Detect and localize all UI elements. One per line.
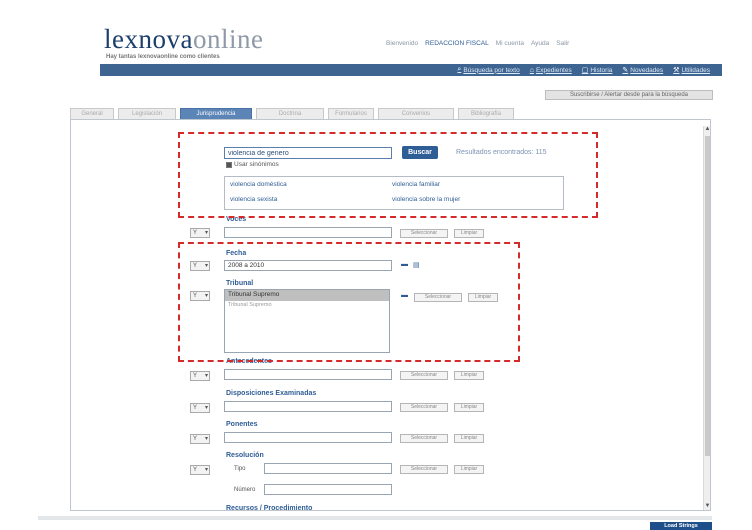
resolucion-tipo-input[interactable] xyxy=(264,463,392,474)
nav-expedientes[interactable]: ⌂ Expedientes xyxy=(530,67,572,74)
ponentes-label: Ponentes xyxy=(226,421,258,428)
organization-name: REDACCION FISCAL xyxy=(425,40,489,47)
folder-icon[interactable]: ▬ xyxy=(401,261,408,268)
user-greeting: Bienvenido xyxy=(386,40,419,47)
logo-main-text: lexnova xyxy=(104,24,193,54)
antecedentes-label: Antecedentes xyxy=(226,358,272,365)
tribunal-option[interactable]: Tribunal Supremo xyxy=(225,301,389,309)
nav-novedades[interactable]: ✎ Novedades xyxy=(622,66,664,75)
wrench-icon: ⚒ xyxy=(673,67,680,74)
tab-legislacion[interactable]: Legislación xyxy=(118,108,176,119)
tab-general[interactable]: General xyxy=(70,108,114,119)
antecedentes-select-button[interactable]: Seleccionar xyxy=(400,371,448,380)
nav-historia[interactable]: ▢ Historia xyxy=(581,66,613,75)
ponentes-input[interactable] xyxy=(224,432,392,443)
bottom-button[interactable]: Load Strings xyxy=(650,522,712,530)
synonym-link[interactable]: violencia sobre la mujer xyxy=(392,196,460,203)
tribunal-label: Tribunal xyxy=(226,280,254,287)
tipo-label: Tipo xyxy=(234,466,246,472)
nav-label: Novedades xyxy=(630,66,664,74)
tribunal-select-button[interactable]: Seleccionar xyxy=(414,293,462,302)
news-icon: ✎ xyxy=(622,67,629,74)
house-icon: ⌂ xyxy=(529,66,534,74)
fecha-label: Fecha xyxy=(226,250,247,257)
nav-label: Expedientes xyxy=(535,66,572,74)
synonym-link[interactable]: violencia familiar xyxy=(392,181,440,188)
tab-bar: General Legislación Jurisprudencia Doctr… xyxy=(70,108,514,119)
calendar-icon[interactable]: ▤ xyxy=(413,261,420,269)
resolucion-select-button[interactable]: Seleccionar xyxy=(400,465,448,474)
ponentes-operator-select[interactable]: Y xyxy=(190,434,210,444)
numero-label: Número xyxy=(234,487,256,493)
scroll-up-icon[interactable]: ▲ xyxy=(704,126,711,133)
checkbox-icon[interactable] xyxy=(226,161,232,168)
tab-jurisprudencia[interactable]: Jurisprudencia xyxy=(180,108,252,119)
disposiciones-clear-button[interactable]: Limpiar xyxy=(454,403,484,412)
synonyms-checkbox[interactable]: Usar sinónimos xyxy=(226,161,279,168)
nav-utilidades[interactable]: ⚒ Utilidades xyxy=(673,66,710,75)
voces-clear-button[interactable]: Limpiar xyxy=(454,229,484,238)
antecedentes-operator-select[interactable]: Y xyxy=(190,371,210,381)
tribunal-listbox[interactable]: Tribunal Supremo Tribunal Supremo xyxy=(224,289,390,353)
logo: lexnovaonline xyxy=(104,26,263,53)
resolucion-clear-button[interactable]: Limpiar xyxy=(454,465,484,474)
scroll-thumb[interactable] xyxy=(705,136,710,456)
search-button[interactable]: Buscar xyxy=(402,146,438,159)
fecha-operator-select[interactable]: Y xyxy=(190,261,210,271)
synonym-link[interactable]: violencia sexista xyxy=(230,196,277,203)
resolucion-numero-input[interactable] xyxy=(264,484,392,495)
disposiciones-operator-select[interactable]: Y xyxy=(190,403,210,413)
disposiciones-select-button[interactable]: Seleccionar xyxy=(400,403,448,412)
fecha-input[interactable] xyxy=(224,260,392,271)
resolucion-operator-select[interactable]: Y xyxy=(190,465,210,475)
antecedentes-clear-button[interactable]: Limpiar xyxy=(454,371,484,380)
tribunal-clear-button[interactable]: Limpiar xyxy=(468,293,498,302)
magnifier-icon: ⌕ xyxy=(457,66,462,73)
document-icon: ▢ xyxy=(581,67,589,74)
vertical-scrollbar[interactable]: ▲ ▼ xyxy=(703,126,710,510)
tab-formularios[interactable]: Formularios xyxy=(328,108,374,119)
nav-label: Historia xyxy=(590,66,613,74)
tab-convenios[interactable]: Convenios xyxy=(378,108,454,119)
nav-label: Búsqueda por texto xyxy=(463,66,520,74)
nav-label: Utilidades xyxy=(681,66,710,74)
synonyms-label: Usar sinónimos xyxy=(234,161,279,168)
search-input[interactable] xyxy=(224,147,392,159)
synonym-link[interactable]: violencia doméstica xyxy=(230,181,287,188)
voces-input[interactable] xyxy=(224,227,392,238)
ponentes-select-button[interactable]: Seleccionar xyxy=(400,434,448,443)
main-nav: ⌕ Búsqueda por texto ⌂ Expedientes ▢ Histor… xyxy=(100,64,722,76)
bottom-scrollbar[interactable] xyxy=(38,516,712,520)
folder-icon[interactable]: ▬ xyxy=(401,292,408,299)
tribunal-operator-select[interactable]: Y xyxy=(190,291,210,301)
subscribe-button[interactable]: Suscribirse / Alertar desde para la búsq… xyxy=(545,90,713,100)
help-link[interactable]: Ayuda xyxy=(531,40,549,47)
user-bar: Bienvenido REDACCION FISCAL Mi cuenta Ay… xyxy=(386,40,569,47)
disposiciones-label: Disposiciones Examinadas xyxy=(226,390,317,397)
tab-doctrina[interactable]: Doctrina xyxy=(256,108,324,119)
logo-sub-text: online xyxy=(192,24,264,54)
voces-select-button[interactable]: Seleccionar xyxy=(400,229,448,238)
nav-busqueda[interactable]: ⌕ Búsqueda por texto xyxy=(457,66,519,74)
scroll-down-icon[interactable]: ▼ xyxy=(704,503,711,510)
voces-operator-select[interactable]: Y xyxy=(190,228,210,238)
tribunal-selected-option[interactable]: Tribunal Supremo xyxy=(225,290,389,301)
tab-bibliografia[interactable]: Bibliografía xyxy=(458,108,514,119)
disposiciones-input[interactable] xyxy=(224,401,392,412)
tagline: Hay tantas lexnovaonline como clientes xyxy=(106,54,220,60)
voces-label: Voces xyxy=(226,216,247,223)
resolucion-label: Resolución xyxy=(226,452,264,459)
account-link[interactable]: Mi cuenta xyxy=(496,40,524,47)
exit-link[interactable]: Salir xyxy=(556,40,569,47)
recursos-label: Recursos / Procedimiento xyxy=(226,505,313,512)
results-count: Resultados encontrados: 115 xyxy=(456,149,547,156)
ponentes-clear-button[interactable]: Limpiar xyxy=(454,434,484,443)
antecedentes-input[interactable] xyxy=(224,369,392,380)
